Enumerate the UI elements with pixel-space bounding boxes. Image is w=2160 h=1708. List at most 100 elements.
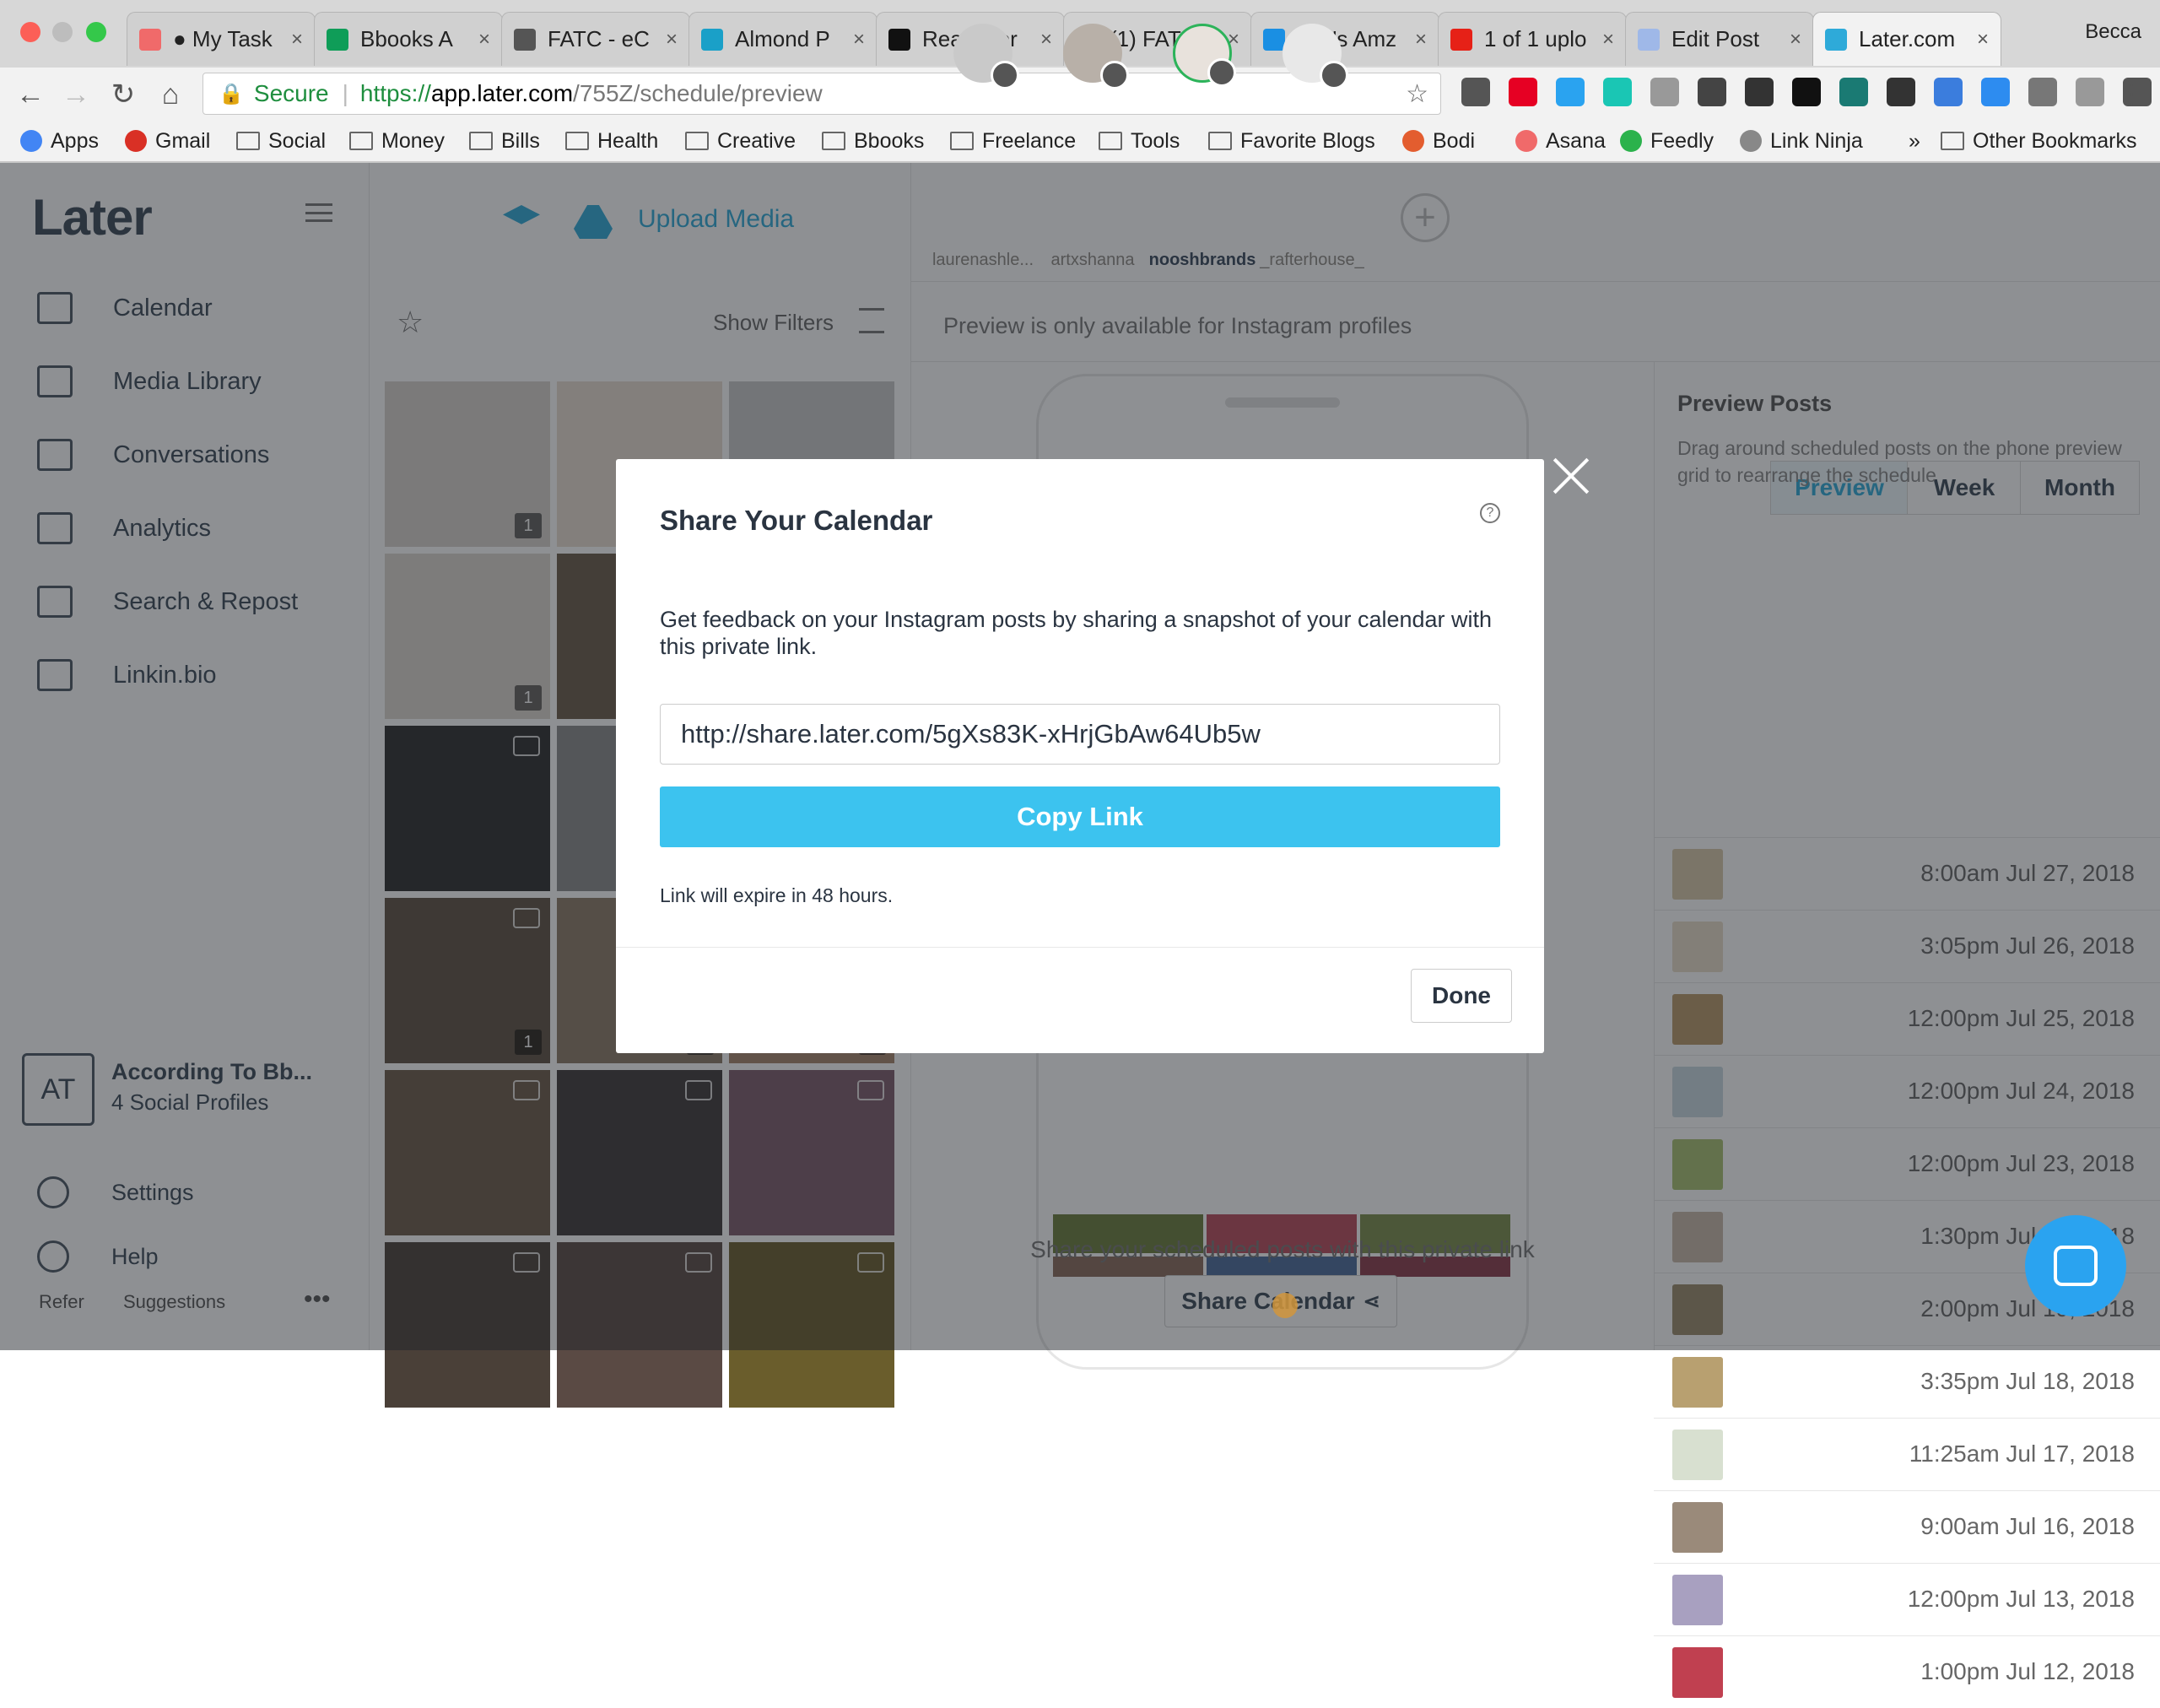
bookmark-item[interactable]: Gmail (125, 127, 210, 155)
bookmark-item[interactable]: Bodi (1402, 127, 1475, 155)
tab-close-icon[interactable]: × (1977, 28, 1989, 51)
folder-icon (1208, 132, 1232, 150)
extension-icon[interactable] (1792, 78, 1821, 106)
post-thumbnail (1672, 1575, 1723, 1625)
extension-icon[interactable] (1887, 78, 1915, 106)
browser-tab[interactable]: Later.com × (1812, 12, 2001, 66)
secure-label: Secure (253, 80, 329, 106)
bookmark-label: Creative (717, 128, 796, 153)
bookmark-item[interactable]: Tools (1099, 127, 1180, 155)
forward-icon[interactable]: → (57, 76, 94, 113)
preview-post-row[interactable]: 12:00pm Jul 13, 2018 (1654, 1563, 2160, 1635)
site-icon (20, 130, 42, 152)
zoom-window-button[interactable] (86, 22, 106, 42)
bookmark-item[interactable]: Health (565, 127, 658, 155)
tab-close-icon[interactable]: × (1790, 28, 1801, 51)
bookmark-item[interactable]: Link Ninja (1740, 127, 1863, 155)
address-bar[interactable]: 🔒 Secure | https:// app.later.com /755Z/… (202, 73, 1441, 115)
tab-close-icon[interactable]: × (291, 28, 303, 51)
tab-title: FATC - eC (548, 26, 650, 51)
profile-avatar[interactable] (953, 24, 1019, 89)
close-window-button[interactable] (20, 22, 40, 42)
bookmark-item[interactable]: Bbooks (822, 127, 924, 155)
profile-avatar[interactable] (1063, 24, 1129, 89)
extension-icon[interactable] (1934, 78, 1963, 106)
bookmark-label: Bbooks (854, 128, 925, 153)
bookmark-label: Bodi (1433, 128, 1476, 153)
bookmark-label: Health (597, 128, 659, 153)
extension-icon[interactable] (1650, 78, 1679, 106)
browser-menu-icon[interactable]: ⋮ (2113, 76, 2150, 113)
browser-tab[interactable]: Bbooks A × (314, 12, 503, 66)
bookmarks-overflow-icon[interactable]: » (1909, 127, 1920, 155)
profile-avatar[interactable] (1173, 24, 1236, 87)
site-icon (1740, 130, 1762, 152)
extension-icon[interactable] (2076, 78, 2104, 106)
folder-icon (565, 132, 589, 150)
browser-tab[interactable]: FATC - eC × (501, 12, 690, 66)
browser-tab[interactable]: Yev's Amz × (1250, 12, 1439, 66)
tab-favicon-icon (327, 28, 348, 51)
modal-description: Get feedback on your Instagram posts by … (660, 607, 1493, 659)
extension-icon[interactable] (1745, 78, 1774, 106)
instagram-icon (1320, 61, 1348, 89)
browser-tab[interactable]: 1 of 1 uplo × (1438, 12, 1627, 66)
tab-close-icon[interactable]: × (1415, 28, 1427, 51)
site-icon (1620, 130, 1642, 152)
extension-icon[interactable] (1461, 78, 1490, 106)
folder-icon (1099, 132, 1122, 150)
home-icon[interactable]: ⌂ (152, 76, 189, 113)
bookmark-item[interactable]: Social (236, 127, 326, 155)
close-icon[interactable] (1551, 456, 1591, 496)
folder-icon (685, 132, 709, 150)
help-icon[interactable]: ? (1480, 503, 1500, 523)
extension-icon[interactable] (2028, 78, 2057, 106)
tab-title: Bbooks A (360, 26, 453, 51)
post-datetime: 3:35pm Jul 18, 2018 (1920, 1368, 2135, 1394)
tab-favicon-icon (514, 28, 536, 51)
copy-link-button[interactable]: Copy Link (660, 786, 1500, 847)
bookmark-star-icon[interactable]: ☆ (1406, 79, 1428, 109)
tab-close-icon[interactable]: × (1602, 28, 1614, 51)
folder-icon (469, 132, 493, 150)
profile-avatar[interactable] (1282, 24, 1348, 89)
preview-post-row[interactable]: 1:00pm Jul 12, 2018 (1654, 1635, 2160, 1708)
tab-close-icon[interactable]: × (853, 28, 865, 51)
extension-icon[interactable] (1839, 78, 1868, 106)
bookmark-item[interactable]: Money (349, 127, 445, 155)
reload-icon[interactable]: ↻ (105, 76, 142, 113)
extension-icon[interactable] (1981, 78, 2010, 106)
bookmark-item[interactable]: Favorite Blogs (1208, 127, 1375, 155)
site-icon (1402, 130, 1424, 152)
back-icon[interactable]: ← (12, 76, 49, 113)
preview-post-row[interactable]: 11:25am Jul 17, 2018 (1654, 1418, 2160, 1490)
extension-icon[interactable] (1556, 78, 1585, 106)
bookmark-item[interactable]: Creative (685, 127, 796, 155)
browser-tab[interactable]: Edit Post × (1625, 12, 1814, 66)
minimize-window-button[interactable] (52, 22, 73, 42)
tab-close-icon[interactable]: × (1040, 28, 1052, 51)
share-link-input[interactable] (660, 704, 1500, 765)
browser-tab[interactable]: Almond P × (688, 12, 878, 66)
tab-favicon-icon (701, 28, 723, 51)
other-bookmarks[interactable]: Other Bookmarks (1941, 127, 2137, 155)
chat-launcher-button[interactable] (2025, 1215, 2126, 1316)
preview-post-row[interactable]: 9:00am Jul 16, 2018 (1654, 1490, 2160, 1563)
extension-icon[interactable] (1603, 78, 1632, 106)
tab-favicon-icon (1825, 28, 1847, 51)
bookmark-item[interactable]: Feedly (1620, 127, 1714, 155)
done-button[interactable]: Done (1411, 969, 1512, 1023)
tab-close-icon[interactable]: × (478, 28, 490, 51)
bookmark-item[interactable]: Freelance (950, 127, 1076, 155)
extension-icon[interactable] (1509, 78, 1537, 106)
preview-post-row[interactable]: 3:35pm Jul 18, 2018 (1654, 1345, 2160, 1418)
bookmark-item[interactable]: Apps (20, 127, 99, 155)
extension-icon[interactable] (1698, 78, 1726, 106)
tab-close-icon[interactable]: × (666, 28, 678, 51)
browser-tab[interactable]: ● My Task × (127, 12, 316, 66)
profile-name[interactable]: Becca (2085, 20, 2141, 44)
bookmark-item[interactable]: Bills (469, 127, 540, 155)
bookmark-item[interactable]: Asana (1515, 127, 1606, 155)
tab-favicon-icon (1263, 28, 1285, 51)
chat-icon (2054, 1246, 2098, 1286)
